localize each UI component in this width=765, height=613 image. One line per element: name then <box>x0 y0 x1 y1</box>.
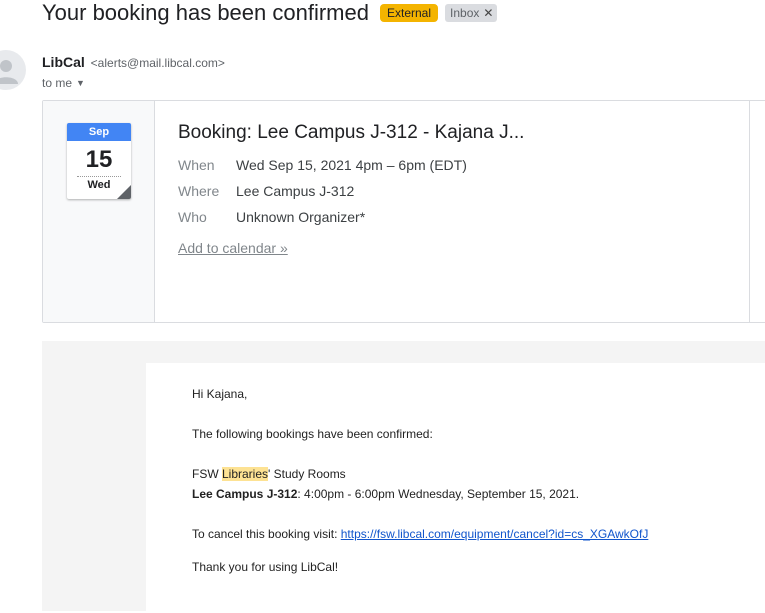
chevron-down-icon[interactable]: ▼ <box>76 78 85 88</box>
greeting: Hi Kajana, <box>192 387 248 401</box>
calendar-date-icon: Sep 15 Wed <box>67 123 131 199</box>
booking-line: Lee Campus J-312: 4:00pm - 6:00pm Wednes… <box>192 487 579 501</box>
event-who-row: Who Unknown Organizer* <box>178 209 365 225</box>
card-divider <box>749 101 750 322</box>
sender-row: LibCal <alerts@mail.libcal.com> <box>42 54 225 70</box>
email-subject-row: Your booking has been confirmed External… <box>42 0 498 28</box>
who-value: Unknown Organizer* <box>236 209 366 225</box>
recipient-text: to me <box>42 76 73 90</box>
intro-text: The following bookings have been confirm… <box>192 427 433 441</box>
remove-label-icon[interactable]: ✕ <box>483 6 493 20</box>
inbox-label-text: Inbox <box>450 6 480 20</box>
org-prefix: FSW <box>192 467 222 481</box>
external-label[interactable]: External <box>379 4 439 22</box>
cancel-prefix: To cancel this booking visit: <box>192 527 341 541</box>
calendar-day: 15 <box>85 146 113 173</box>
where-value: Lee Campus J-312 <box>236 183 355 199</box>
when-label: When <box>178 157 215 173</box>
event-title[interactable]: Booking: Lee Campus J-312 - Kajana J... <box>178 122 524 144</box>
page-fold-icon <box>117 185 131 199</box>
add-to-calendar-link[interactable]: Add to calendar » <box>178 240 288 256</box>
thanks-text: Thank you for using LibCal! <box>192 560 339 574</box>
booking-room: Lee Campus J-312 <box>192 487 298 501</box>
organization-line: FSW Libraries' Study Rooms <box>192 467 346 481</box>
email-subject: Your booking has been confirmed <box>42 0 369 25</box>
calendar-panel: Sep 15 Wed <box>43 101 155 322</box>
cancel-line: To cancel this booking visit: https://fs… <box>192 527 648 541</box>
cancel-link[interactable]: https://fsw.libcal.com/equipment/cancel?… <box>341 527 649 541</box>
recipient-row[interactable]: to me ▼ <box>42 76 85 90</box>
booking-time: : 4:00pm - 6:00pm Wednesday, September 1… <box>297 487 580 501</box>
person-icon <box>0 60 18 84</box>
where-label: Where <box>178 183 220 199</box>
calendar-weekday: Wed <box>77 176 121 191</box>
who-label: Who <box>178 209 207 225</box>
org-suffix: ' Study Rooms <box>268 467 346 481</box>
event-where-row: Where Lee Campus J-312 <box>178 183 354 199</box>
sender-avatar[interactable] <box>0 50 26 90</box>
when-value: Wed Sep 15, 2021 4pm – 6pm (EDT) <box>236 157 467 173</box>
event-when-row: When Wed Sep 15, 2021 4pm – 6pm (EDT) <box>178 157 467 173</box>
sender-name[interactable]: LibCal <box>42 54 85 70</box>
org-highlight: Libraries <box>222 467 269 481</box>
sender-email: <alerts@mail.libcal.com> <box>90 56 225 70</box>
event-invitation-card: Sep 15 Wed Booking: Lee Campus J-312 - K… <box>42 100 765 323</box>
inbox-label[interactable]: Inbox ✕ <box>445 4 498 22</box>
calendar-month: Sep <box>67 123 131 141</box>
